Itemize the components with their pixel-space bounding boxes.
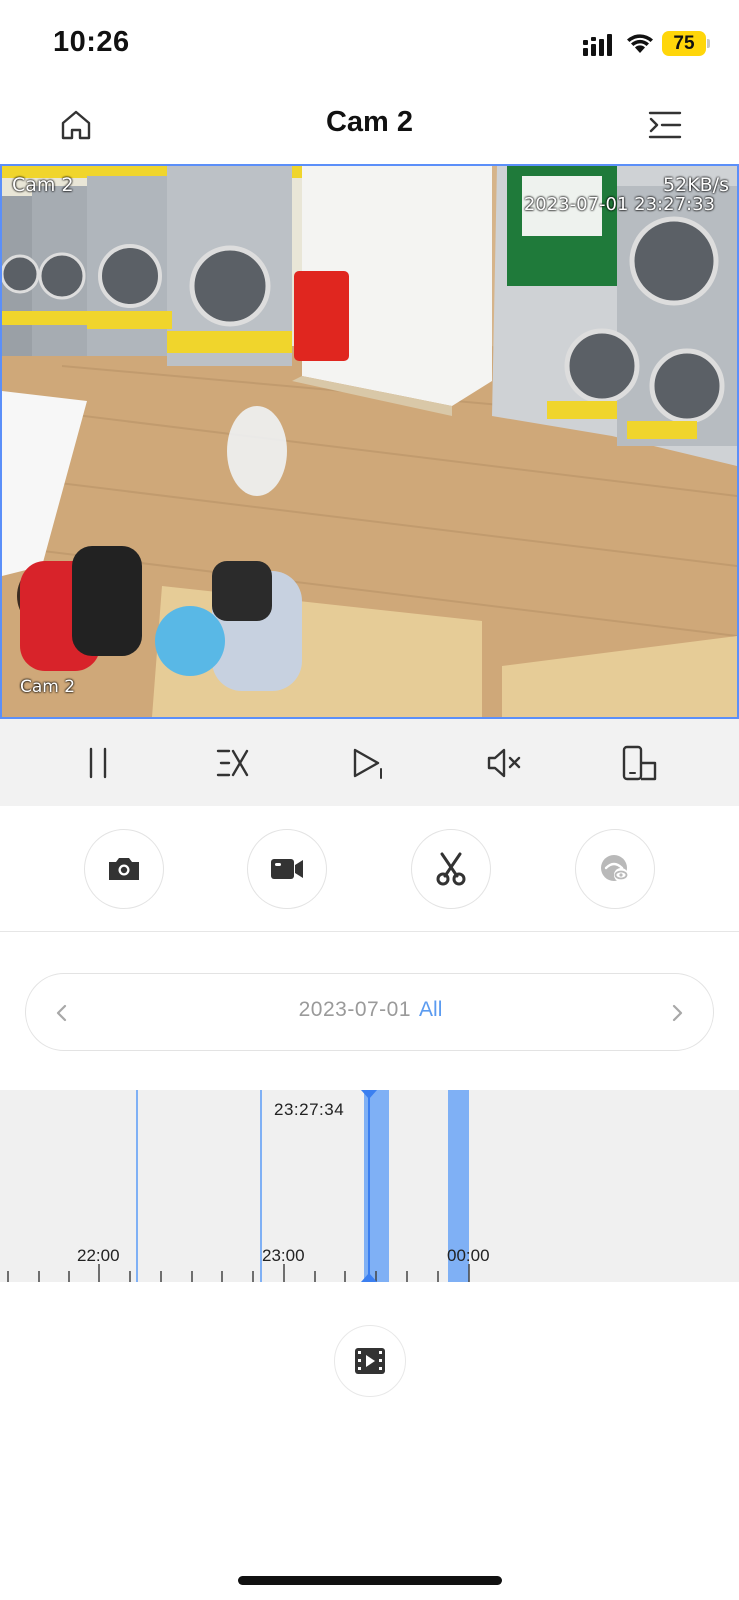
status-bar: 10:26 75 <box>0 0 739 88</box>
osd-camera-name-bottom: Cam 2 <box>20 677 76 697</box>
video-clips-button[interactable] <box>334 1325 406 1397</box>
navigation-bar: Cam 2 <box>0 88 739 164</box>
film-icon <box>355 1348 385 1374</box>
timeline-label: 22:00 <box>77 1246 120 1265</box>
speaker-mute-icon[interactable] <box>484 743 524 783</box>
timeline-label: 00:00 <box>447 1246 490 1265</box>
snapshot-button[interactable] <box>84 829 164 909</box>
battery-tip <box>707 39 710 48</box>
recording-segment <box>364 1090 389 1282</box>
clip-button[interactable] <box>411 829 491 909</box>
play-step-icon[interactable] <box>348 743 388 783</box>
playback-controls <box>0 719 739 806</box>
video-icon <box>271 859 303 879</box>
status-time: 10:26 <box>53 26 130 58</box>
pause-icon[interactable] <box>78 743 118 783</box>
menu-collapse-icon[interactable] <box>646 105 686 145</box>
home-indicator[interactable] <box>238 1576 502 1585</box>
next-day-button[interactable] <box>657 993 697 1033</box>
date-selector: 2023-07-01 All <box>25 973 714 1051</box>
timeline-label: 23:00 <box>262 1246 305 1265</box>
video-player[interactable]: Cam 2 52KB/s 2023-07-01 23:27:33 Cam 2 <box>0 164 739 719</box>
osd-camera-name: Cam 2 <box>12 174 74 196</box>
playhead-time: 23:27:34 <box>274 1100 345 1119</box>
wifi-icon <box>627 34 653 53</box>
recording-type-filter[interactable]: All <box>419 998 442 1021</box>
selected-date[interactable]: 2023-07-01 <box>299 998 411 1021</box>
date-display: 2023-07-01 All <box>26 998 715 1022</box>
record-button[interactable] <box>247 829 327 909</box>
privacy-button[interactable] <box>575 829 655 909</box>
camera-icon <box>109 858 139 880</box>
landscape-icon[interactable] <box>620 743 660 783</box>
timeline-ticks <box>7 1264 470 1282</box>
scissors-icon <box>436 852 466 886</box>
osd-timestamp: 2023-07-01 23:27:33 <box>523 194 715 215</box>
battery-indicator: 75 <box>662 31 706 56</box>
action-buttons <box>0 806 739 932</box>
speed-1x-icon[interactable] <box>212 743 252 783</box>
osd-bitrate: 52KB/s <box>663 174 729 196</box>
chevron-right-icon <box>672 1004 683 1022</box>
timeline[interactable]: 23:27:34 22:00 23:00 00:00 <box>0 1090 739 1282</box>
cellular-signal-icon <box>583 34 612 56</box>
eye-mask-icon <box>601 855 628 882</box>
video-frame <box>2 166 737 717</box>
page-title: Cam 2 <box>325 106 414 138</box>
